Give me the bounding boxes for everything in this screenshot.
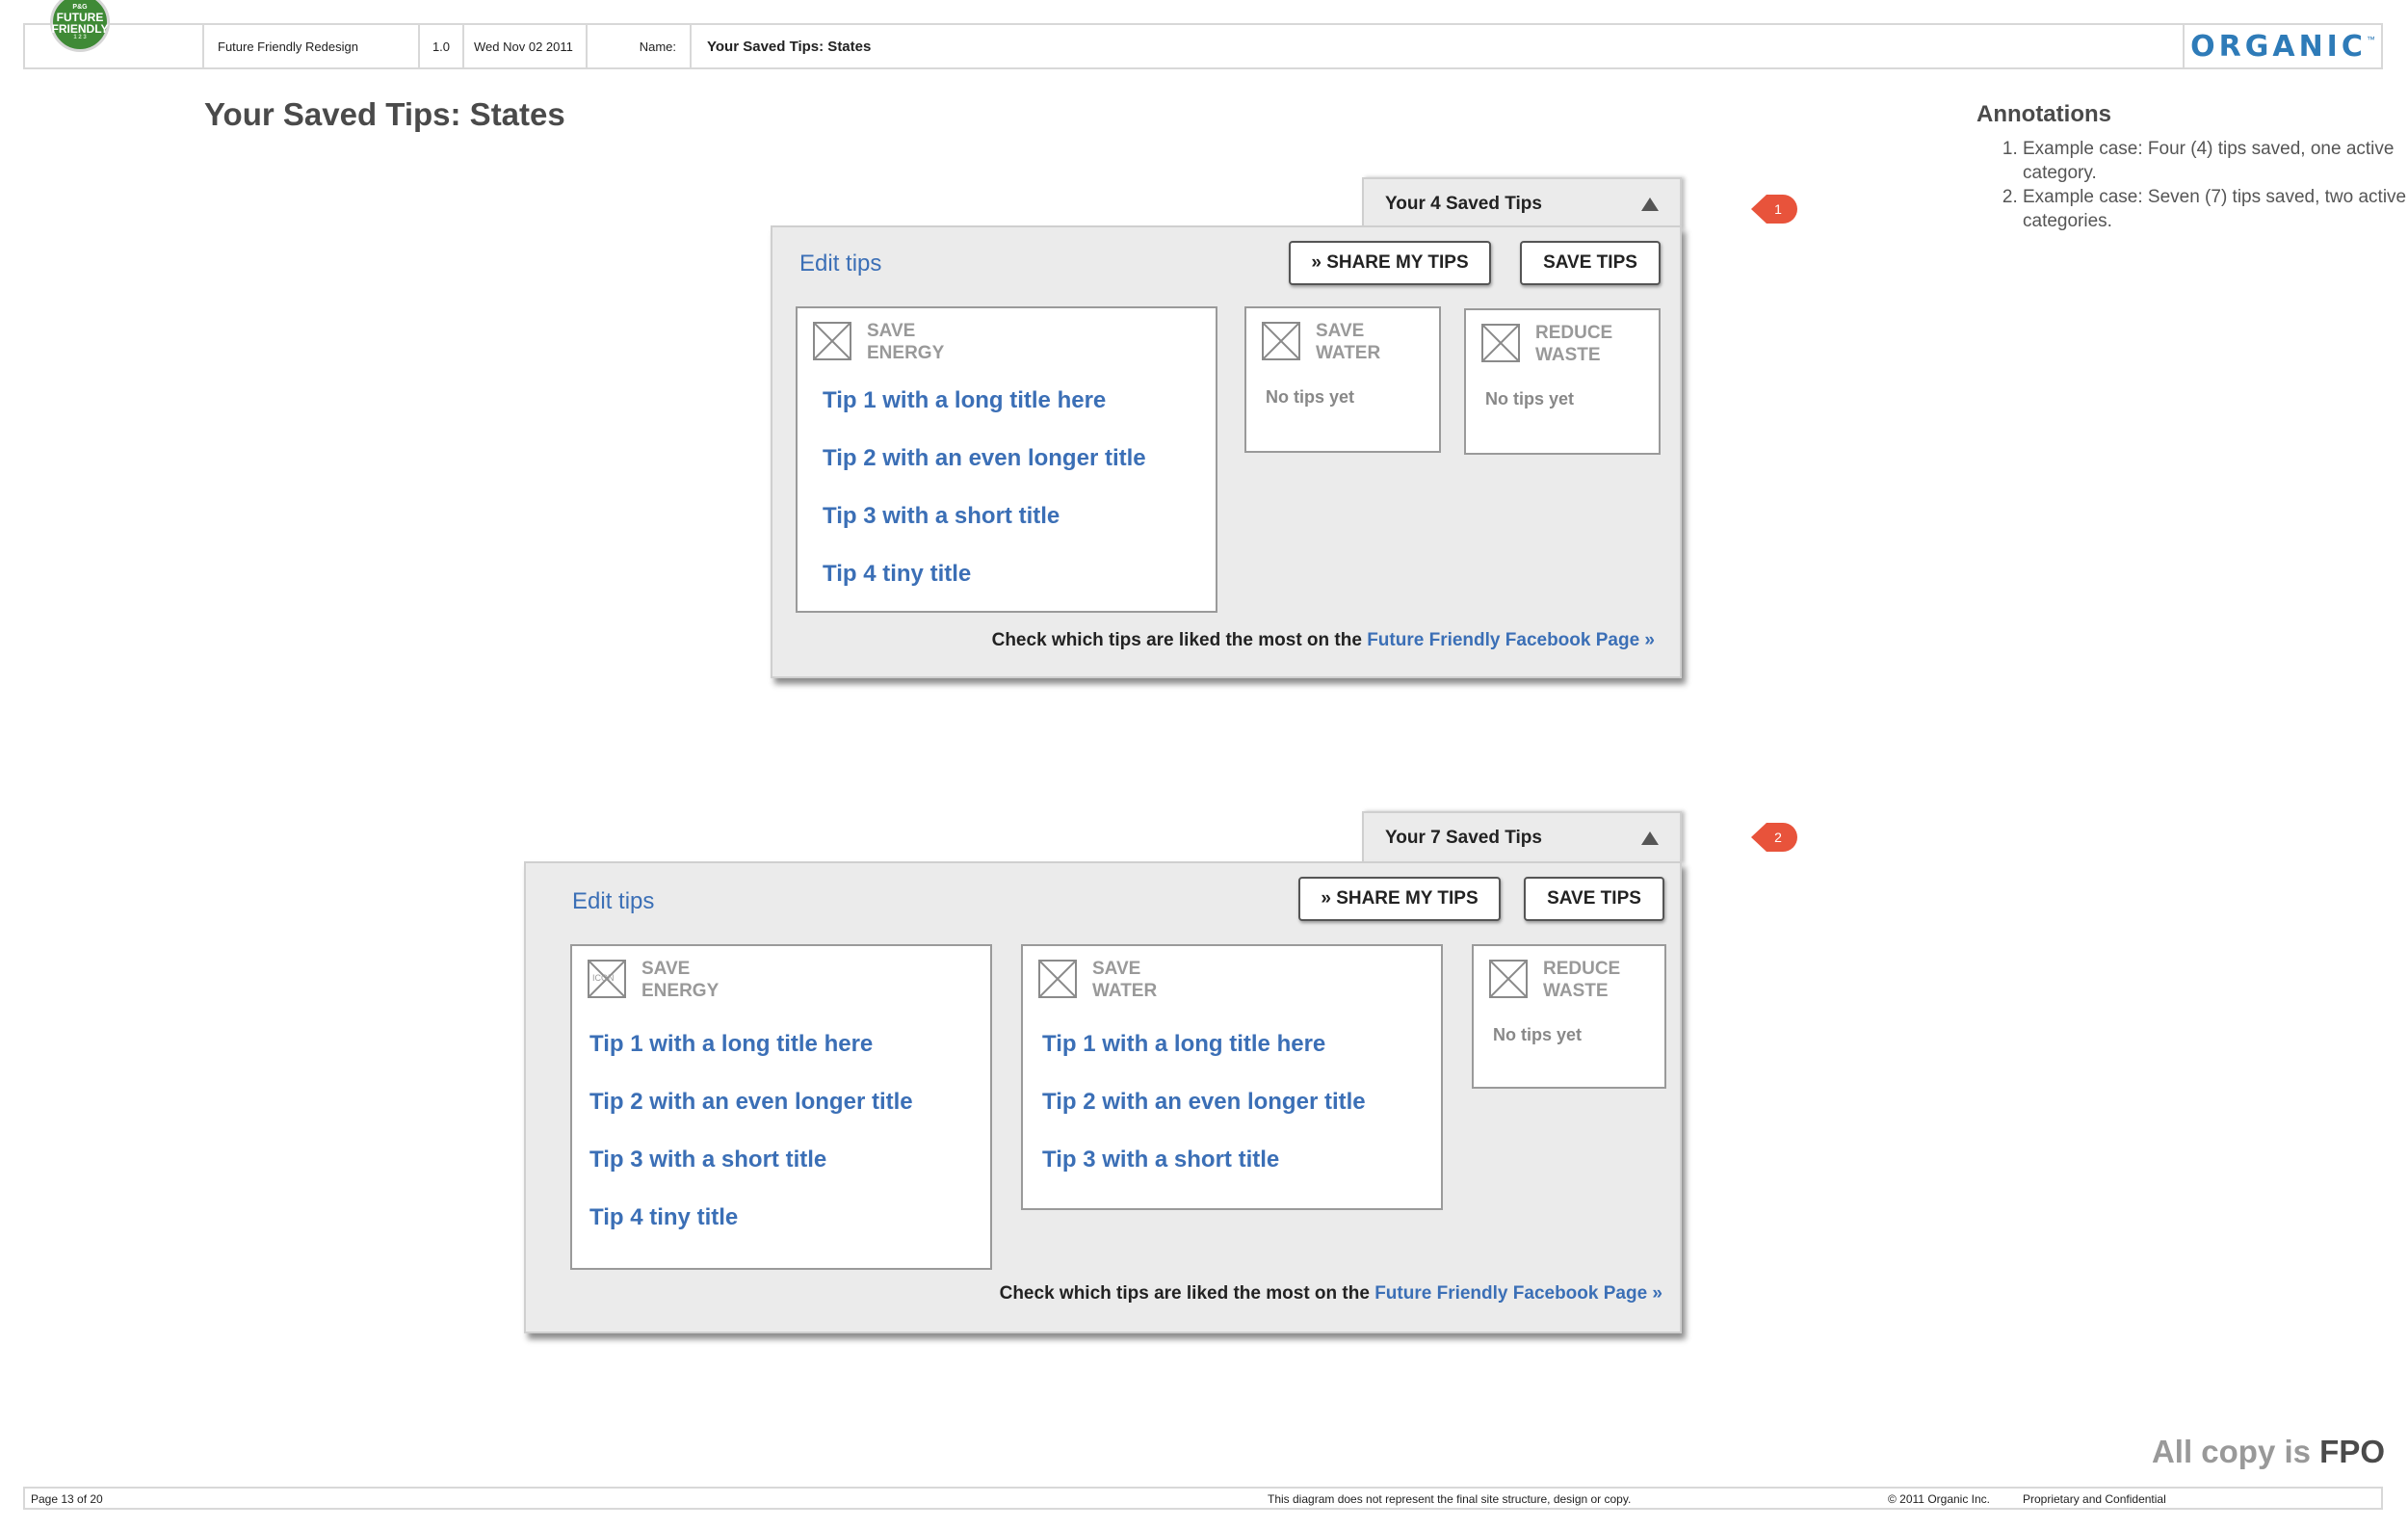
- edit-tips-link[interactable]: Edit tips: [799, 250, 881, 277]
- category-placeholder-icon: [1481, 324, 1520, 362]
- category-reduce-waste: REDUCE WASTE No tips yet: [1472, 944, 1666, 1089]
- category-label: REDUCE WASTE: [1543, 959, 1621, 1001]
- saved-tips-panel-1: Edit tips » SHARE MY TIPS SAVE TIPS SAVE…: [771, 225, 1682, 678]
- category-placeholder-icon: ICON: [588, 960, 626, 998]
- version: 1.0: [420, 25, 464, 67]
- category-save-energy: ICON SAVE ENERGY Tip 1 with a long title …: [570, 944, 992, 1270]
- disclaimer: This diagram does not represent the fina…: [1268, 1492, 1632, 1506]
- collapse-triangle-icon[interactable]: [1641, 198, 1659, 211]
- page-number: Page 13 of 20: [31, 1492, 103, 1506]
- annotations-title: Annotations: [1976, 101, 2111, 127]
- save-tips-button[interactable]: SAVE TIPS: [1524, 877, 1664, 921]
- tip-link[interactable]: Tip 2 with an even longer title: [1042, 1089, 1366, 1116]
- tip-link[interactable]: Tip 3 with a short title: [589, 1147, 826, 1173]
- tip-link[interactable]: Tip 3 with a short title: [1042, 1147, 1279, 1173]
- copyright: © 2011 Organic Inc.: [1888, 1492, 1991, 1506]
- category-placeholder-icon: [1489, 960, 1528, 998]
- collapse-triangle-icon[interactable]: [1641, 831, 1659, 845]
- annotation-marker-number: 2: [1774, 830, 1782, 845]
- icon-placeholder-text: ICON: [592, 973, 615, 983]
- facebook-cta-text: Check which tips are liked the most on t…: [991, 630, 1368, 650]
- no-tips-text: No tips yet: [1485, 389, 1575, 409]
- tip-link[interactable]: Tip 4 tiny title: [589, 1204, 738, 1231]
- footer-bar: Page 13 of 20 This diagram does not repr…: [23, 1487, 2383, 1510]
- tip-link[interactable]: Tip 1 with a long title here: [589, 1031, 873, 1058]
- category-label: REDUCE WASTE: [1535, 323, 1613, 365]
- edit-tips-link[interactable]: Edit tips: [572, 888, 654, 915]
- brand-wordmark: ORGANIC: [2190, 29, 2367, 64]
- no-tips-text: No tips yet: [1266, 387, 1355, 407]
- name-label: Name:: [588, 25, 692, 67]
- facebook-cta: Check which tips are liked the most on t…: [1000, 1283, 1662, 1305]
- category-placeholder-icon: [1262, 322, 1300, 360]
- category-label: SAVE WATER: [1092, 959, 1158, 1001]
- category-label: SAVE ENERGY: [641, 959, 720, 1001]
- page-title: Your Saved Tips: States: [204, 96, 565, 132]
- share-my-tips-button[interactable]: » SHARE MY TIPS: [1298, 877, 1501, 921]
- saved-tips-panel-2: Edit tips » SHARE MY TIPS SAVE TIPS ICON…: [524, 861, 1682, 1333]
- annotation-item: Example case: Four (4) tips saved, one a…: [2023, 137, 2408, 185]
- tip-link[interactable]: Tip 3 with a short title: [823, 503, 1060, 530]
- header-bar: Future Friendly Redesign 1.0 Wed Nov 02 …: [23, 23, 2383, 69]
- annotations-list: Example case: Four (4) tips saved, one a…: [1988, 137, 2408, 233]
- facebook-page-link[interactable]: Future Friendly Facebook Page »: [1367, 630, 1655, 650]
- fpo-notice: All copy is FPO: [2151, 1434, 2385, 1469]
- annotation-marker-2-icon: 2: [1751, 823, 1797, 852]
- save-tips-button[interactable]: SAVE TIPS: [1520, 241, 1661, 285]
- logo-line-future: FUTURE: [56, 10, 104, 24]
- no-tips-text: No tips yet: [1493, 1025, 1583, 1044]
- name-value: Your Saved Tips: States: [692, 25, 2185, 67]
- category-reduce-waste: REDUCE WASTE No tips yet: [1464, 308, 1661, 455]
- annotation-marker-number: 1: [1774, 201, 1782, 217]
- annotation-marker-1-icon: 1: [1751, 195, 1797, 224]
- tip-link[interactable]: Tip 1 with a long title here: [1042, 1031, 1325, 1058]
- date: Wed Nov 02 2011: [464, 25, 588, 67]
- logo-line-friendly: FRIENDLY: [51, 21, 109, 36]
- tip-link[interactable]: Tip 2 with an even longer title: [589, 1089, 913, 1116]
- category-placeholder-icon: [813, 322, 851, 360]
- project-name: Future Friendly Redesign: [204, 25, 420, 67]
- confidential-label: Proprietary and Confidential: [2023, 1492, 2166, 1506]
- category-placeholder-icon: [1038, 960, 1077, 998]
- tip-link[interactable]: Tip 4 tiny title: [823, 561, 971, 588]
- saved-tips-tab[interactable]: Your 4 Saved Tips: [1362, 177, 1682, 229]
- category-save-energy: SAVE ENERGY Tip 1 with a long title here …: [796, 306, 1217, 613]
- logo-tag: 1 2 3: [73, 34, 87, 40]
- category-label: SAVE ENERGY: [867, 321, 945, 363]
- facebook-cta-text: Check which tips are liked the most on t…: [999, 1283, 1375, 1304]
- annotation-item: Example case: Seven (7) tips saved, two …: [2023, 185, 2408, 233]
- brand-trademark: ™: [2366, 35, 2375, 44]
- saved-tips-tab[interactable]: Your 7 Saved Tips: [1362, 811, 1682, 863]
- tip-link[interactable]: Tip 2 with an even longer title: [823, 445, 1146, 472]
- category-save-water: SAVE WATER Tip 1 with a long title here T…: [1021, 944, 1443, 1210]
- saved-tips-tab-label: Your 7 Saved Tips: [1385, 828, 1542, 848]
- facebook-cta: Check which tips are liked the most on t…: [992, 630, 1655, 651]
- facebook-page-link[interactable]: Future Friendly Facebook Page »: [1374, 1283, 1662, 1304]
- category-save-water: SAVE WATER No tips yet: [1244, 306, 1441, 453]
- category-label: SAVE WATER: [1316, 321, 1381, 363]
- brand-logo: ORGANIC ™: [2185, 25, 2381, 67]
- share-my-tips-button[interactable]: » SHARE MY TIPS: [1289, 241, 1491, 285]
- tip-link[interactable]: Tip 1 with a long title here: [823, 387, 1106, 414]
- saved-tips-tab-label: Your 4 Saved Tips: [1385, 194, 1542, 214]
